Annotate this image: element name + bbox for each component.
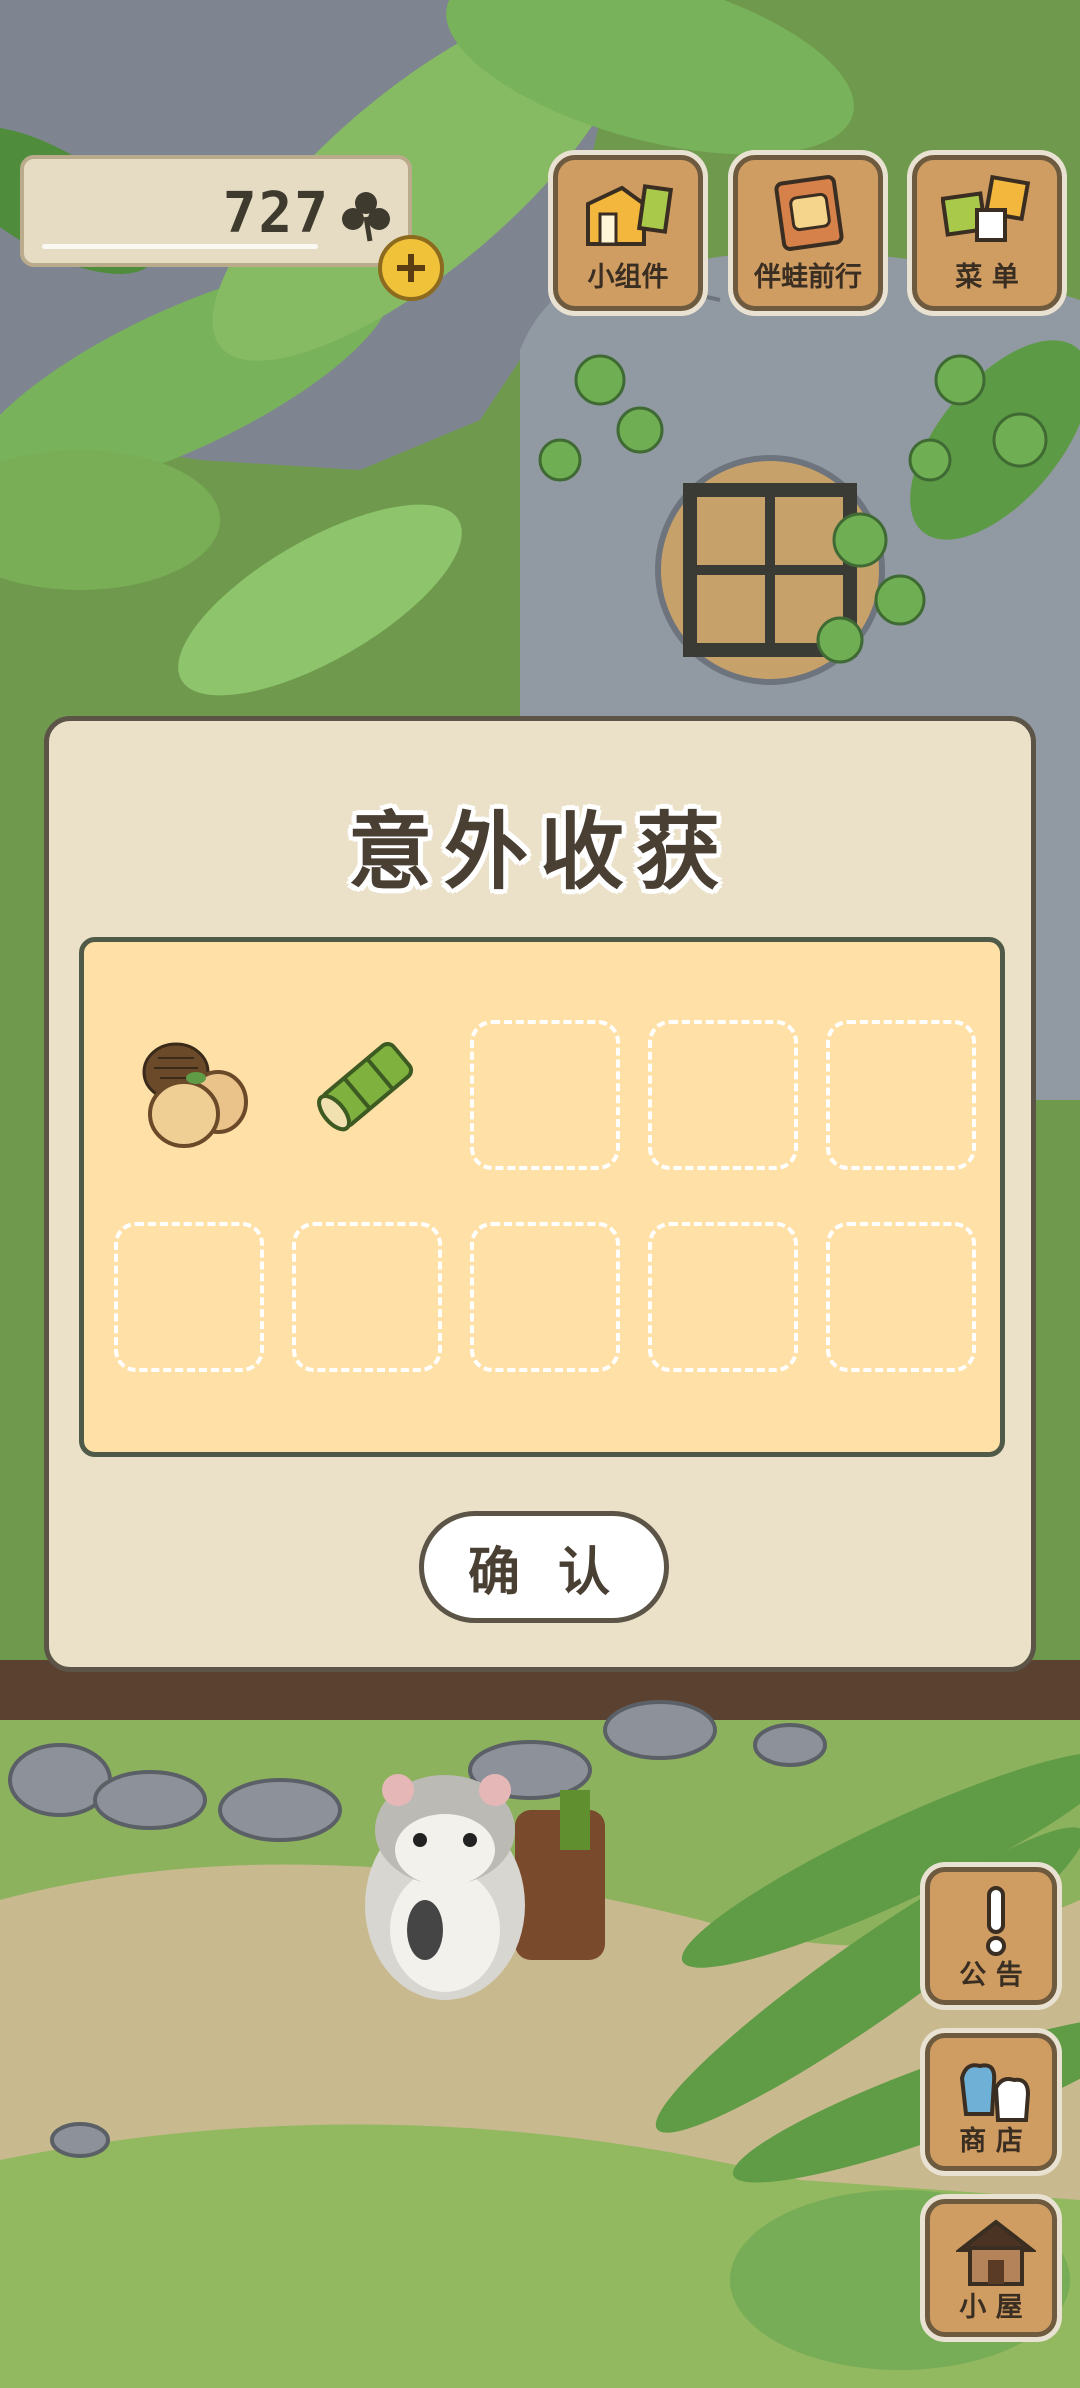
reward-slot-4 xyxy=(648,1020,798,1170)
reward-slot-8 xyxy=(470,1222,620,1372)
reward-slot-1[interactable] xyxy=(114,1010,264,1160)
reward-item-grid xyxy=(79,937,1005,1457)
bamboo-icon xyxy=(317,1042,414,1132)
reward-dialog: 意外收获 确 认 xyxy=(44,716,1036,1672)
reward-slot-9 xyxy=(648,1222,798,1372)
reward-slot-7 xyxy=(292,1222,442,1372)
confirm-button[interactable]: 确 认 xyxy=(419,1511,669,1623)
reward-slot-3 xyxy=(470,1020,620,1170)
reward-slot-2[interactable] xyxy=(292,1010,442,1160)
nuts-icon xyxy=(142,1042,248,1148)
reward-overlay: 意外收获 确 认 xyxy=(0,0,1080,2388)
reward-slot-10 xyxy=(826,1222,976,1372)
reward-slot-5 xyxy=(826,1020,976,1170)
dialog-title: 意外收获 xyxy=(347,803,732,901)
reward-slot-6 xyxy=(114,1222,264,1372)
